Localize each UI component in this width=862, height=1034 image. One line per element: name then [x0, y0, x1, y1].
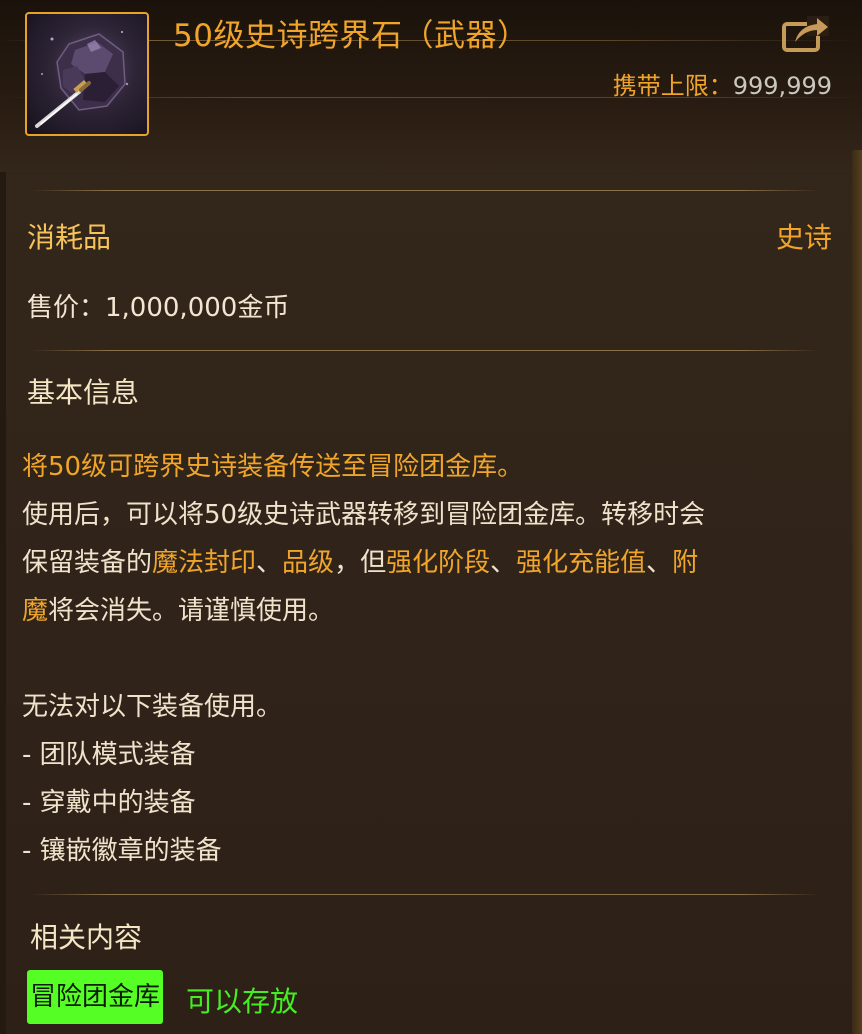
- frame-right-edge: [852, 150, 862, 1034]
- description-segment: 保留装备的: [22, 548, 153, 578]
- carry-limit-value: 999,999: [732, 72, 832, 100]
- item-title: 50级史诗跨界石（武器）: [173, 18, 529, 54]
- description-line: 保留装备的魔法封印、品级，但强化阶段、强化充能值、附: [22, 542, 698, 579]
- item-tooltip: 50级史诗跨界石（武器） 携带上限：999,999 消耗品 史诗 售价：1,00…: [0, 0, 862, 1034]
- storage-status: 可以存放: [186, 985, 299, 1018]
- stone-icon-graphic: [35, 31, 129, 128]
- divider: [30, 894, 820, 895]
- description-keyword: 强化充能值: [516, 548, 647, 578]
- item-summary: 将50级可跨界史诗装备传送至冒险团金库。: [22, 452, 524, 482]
- basic-info-title: 基本信息: [27, 376, 140, 409]
- restriction-item: - 镶嵌徽章的装备: [22, 836, 222, 866]
- share-icon: [782, 16, 829, 52]
- description-segment: 、: [646, 548, 673, 578]
- description-segment: 、: [490, 548, 517, 578]
- restriction-item: - 穿戴中的装备: [22, 788, 196, 818]
- related-content-title: 相关内容: [30, 921, 143, 954]
- adventure-vault-tag[interactable]: 冒险团金库: [27, 970, 164, 1024]
- tooltip-header: 50级史诗跨界石（武器） 携带上限：999,999: [0, 0, 862, 172]
- description-keyword: 强化阶段: [386, 548, 491, 578]
- description-line: 使用后，可以将50级史诗武器转移到冒险团金库。转移时会: [22, 494, 705, 531]
- description-line: 魔将会消失。请谨慎使用。: [22, 590, 334, 627]
- description-segment: 将会消失。请谨慎使用。: [48, 596, 335, 626]
- description-keyword: 附: [672, 548, 699, 578]
- description-segment: 、: [256, 548, 283, 578]
- restriction-title: 无法对以下装备使用。: [22, 692, 283, 722]
- item-rarity: 史诗: [775, 221, 832, 254]
- description-keyword: 魔: [22, 596, 49, 626]
- description-segment: 使用后，可以将50级史诗武器转移到冒险团金库。转移时会: [22, 500, 706, 530]
- description-keyword: 品级: [282, 548, 335, 578]
- share-button[interactable]: [781, 14, 831, 54]
- description-keyword: 魔法封印: [152, 548, 257, 578]
- description-segment: ，但: [334, 548, 387, 578]
- item-category: 消耗品: [27, 221, 112, 254]
- divider: [30, 350, 820, 351]
- divider: [30, 190, 820, 191]
- cross-border-stone-icon[interactable]: [25, 12, 149, 136]
- carry-limit-label: 携带上限：: [612, 72, 733, 100]
- frame-left-edge: [0, 172, 6, 1034]
- carry-limit: 携带上限：999,999: [613, 66, 832, 101]
- restriction-item: - 团队模式装备: [22, 740, 196, 770]
- item-price: 售价：1,000,000金币: [27, 293, 290, 323]
